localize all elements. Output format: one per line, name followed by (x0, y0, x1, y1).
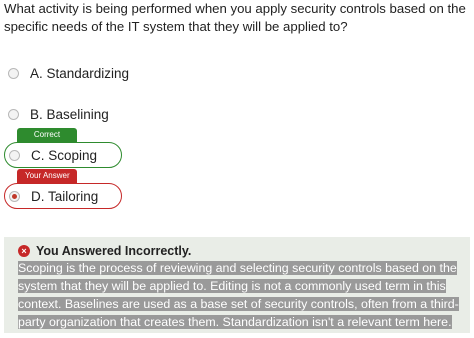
option-b[interactable]: B. Baselining (4, 101, 122, 127)
feedback-header: × You Answered Incorrectly. (18, 243, 462, 259)
option-a[interactable]: A. Standardizing (4, 60, 129, 86)
question-text: What activity is being performed when yo… (4, 1, 466, 34)
option-c-label: C. Scoping (31, 147, 98, 163)
option-d-label: D. Tailoring (31, 188, 99, 204)
option-b-label: B. Baselining (30, 106, 109, 122)
feedback-title: You Answered Incorrectly. (36, 244, 192, 258)
option-a-label: A. Standardizing (30, 65, 130, 81)
feedback-body-text: Scoping is the process of reviewing and … (18, 261, 459, 329)
feedback-panel: × You Answered Incorrectly. Scoping is t… (4, 237, 470, 333)
radio-selected-icon[interactable] (9, 190, 20, 202)
radio-icon[interactable] (8, 108, 19, 120)
radio-dot-icon (12, 193, 17, 199)
option-d[interactable]: D. Tailoring (4, 183, 122, 209)
option-c[interactable]: C. Scoping (4, 142, 122, 168)
feedback-body: Scoping is the process of reviewing and … (18, 259, 470, 331)
correct-tag: Correct (17, 128, 77, 142)
your-answer-tag: Your Answer (17, 169, 77, 183)
radio-icon[interactable] (9, 149, 20, 161)
x-circle-icon: × (18, 245, 30, 257)
radio-icon[interactable] (8, 67, 19, 79)
